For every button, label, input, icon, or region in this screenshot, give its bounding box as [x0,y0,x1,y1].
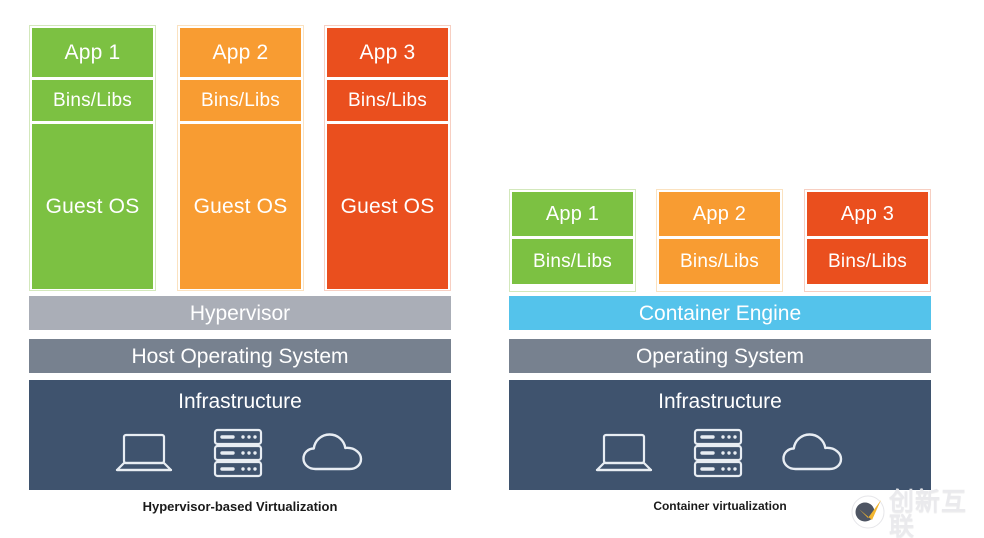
cloud-icon [781,431,847,479]
bins-libs-box: Bins/Libs [807,239,928,284]
container-engine-bar: Container Engine [509,296,931,330]
container-column-1: App 1 Bins/Libs [509,189,636,292]
container-column-2: App 2 Bins/Libs [656,189,783,292]
infrastructure-icons [509,428,931,482]
container-virtualization-diagram: App 1 Bins/Libs App 2 Bins/Libs App 3 Bi… [0,0,984,538]
server-rack-icon [691,428,745,482]
bins-libs-box: Bins/Libs [659,239,780,284]
watermark-text: 创新互联 [889,487,968,538]
diagram-canvas: App 1 Bins/Libs Guest OS App 2 Bins/Libs… [0,0,984,538]
container-column-3: App 3 Bins/Libs [804,189,931,292]
infrastructure-label: Infrastructure [658,390,782,413]
operating-system-bar: Operating System [509,339,931,373]
bins-libs-box: Bins/Libs [512,239,633,284]
app-box: App 2 [659,192,780,236]
app-box: App 1 [512,192,633,236]
infrastructure-block: Infrastructure [509,380,931,490]
app-box: App 3 [807,192,928,236]
watermark: 创新互联 [851,489,984,538]
check-circle-logo [851,495,885,534]
laptop-icon [593,430,655,480]
